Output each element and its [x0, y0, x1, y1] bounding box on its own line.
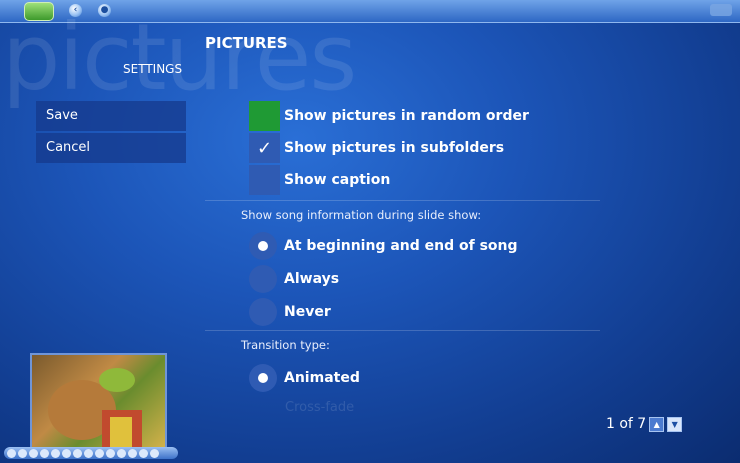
radio-button[interactable]: [249, 298, 277, 326]
transport-button-icon[interactable]: [117, 448, 126, 458]
checkbox-box[interactable]: [249, 165, 280, 195]
page-counter: 1 of 7: [606, 416, 647, 432]
transport-button-icon[interactable]: [95, 448, 104, 458]
background-word: pictures: [2, 4, 357, 111]
checkbox-label: Show caption: [284, 172, 391, 188]
transport-button-icon[interactable]: [139, 448, 148, 458]
transport-button-icon[interactable]: [40, 448, 49, 458]
transport-button-icon[interactable]: [7, 448, 16, 458]
window-controls-icon[interactable]: [710, 4, 732, 16]
radio-label: Never: [284, 304, 331, 320]
checkbox-label: Show pictures in subfolders: [284, 140, 505, 156]
radio-button[interactable]: [249, 265, 277, 293]
save-button[interactable]: Save: [36, 101, 186, 131]
transport-button-icon[interactable]: [106, 448, 115, 458]
radio-dot-icon: [258, 241, 268, 251]
transport-button-icon[interactable]: [62, 448, 71, 458]
checkbox-caption[interactable]: Show caption: [249, 165, 390, 195]
checkbox-box[interactable]: ✓: [249, 133, 280, 163]
radio-never[interactable]: Never: [249, 297, 331, 327]
transport-button-icon[interactable]: [84, 448, 93, 458]
transport-button-icon[interactable]: [128, 448, 137, 458]
radio-label-crossfade[interactable]: Cross-fade: [285, 400, 354, 415]
checkbox-box[interactable]: [249, 101, 280, 131]
divider: [205, 330, 600, 331]
thumbnail-image: [48, 368, 142, 447]
down-arrow-icon[interactable]: ▼: [667, 416, 683, 432]
up-arrow-icon[interactable]: ▲: [649, 416, 665, 432]
transition-heading: Transition type:: [241, 338, 330, 352]
cancel-button[interactable]: Cancel: [36, 133, 186, 163]
transport-button-icon[interactable]: [150, 448, 159, 458]
radio-label: Always: [284, 271, 340, 287]
radio-button[interactable]: [249, 364, 277, 392]
page-title: PICTURES: [205, 34, 288, 52]
song-info-heading: Show song information during slide show:: [241, 208, 482, 222]
radio-dot-icon: [258, 373, 268, 383]
checkbox-label: Show pictures in random order: [284, 108, 529, 124]
checkbox-subfolders[interactable]: ✓ Show pictures in subfolders: [249, 133, 504, 163]
page-subtitle: SETTINGS: [123, 62, 183, 76]
transport-button-icon[interactable]: [51, 448, 60, 458]
pager: 1 of 7 ▲ ▼: [606, 416, 683, 432]
now-playing-thumbnail[interactable]: [30, 353, 167, 449]
divider: [205, 200, 600, 201]
radio-beginning-end[interactable]: At beginning and end of song: [249, 231, 518, 261]
radio-always[interactable]: Always: [249, 264, 339, 294]
transport-button-icon[interactable]: [73, 448, 82, 458]
transport-button-icon[interactable]: [29, 448, 38, 458]
transport-controls: [4, 447, 178, 459]
checkbox-random-order[interactable]: Show pictures in random order: [249, 101, 529, 131]
check-mark-icon: ✓: [256, 137, 273, 159]
radio-label: Animated: [284, 370, 360, 386]
radio-button[interactable]: [249, 232, 277, 260]
radio-label: At beginning and end of song: [284, 238, 518, 254]
radio-animated[interactable]: Animated: [249, 363, 360, 393]
transport-button-icon[interactable]: [18, 448, 27, 458]
